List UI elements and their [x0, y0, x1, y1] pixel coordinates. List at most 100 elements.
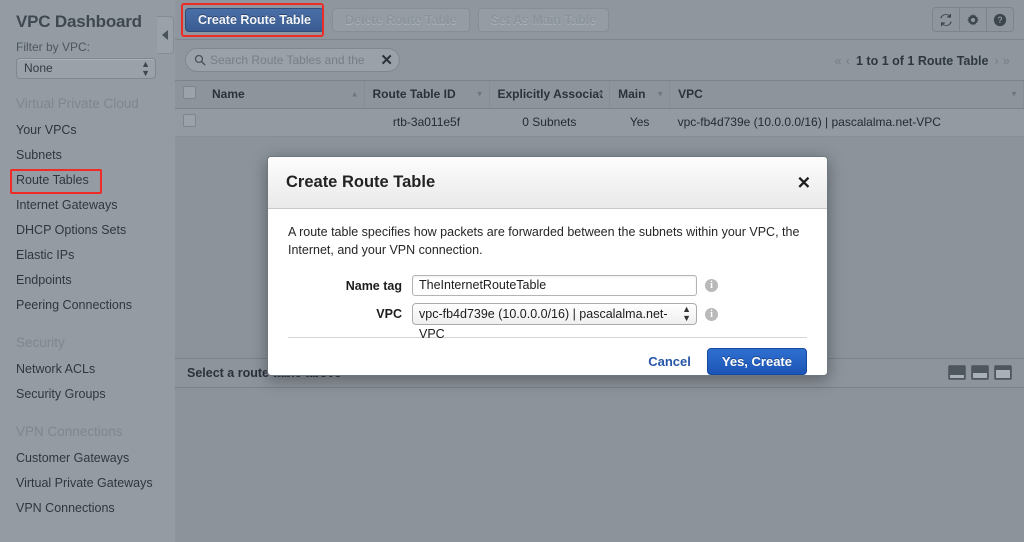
column-label-main: Main — [618, 87, 646, 102]
table-row[interactable]: rtb-3a011e5f 0 Subnets Yes vpc-fb4d739e (10… — [175, 108, 1024, 137]
set-as-main-table-button: Set As Main Table — [477, 7, 610, 32]
sidebar-item-endpoints[interactable]: Endpoints — [0, 268, 175, 293]
dialog-header: Create Route Table ✕ — [268, 157, 827, 209]
vpc-select[interactable]: vpc-fb4d739e (10.0.0.0/16) | pascalalma.… — [412, 303, 697, 341]
pagination-label: 1 to 1 of 1 Route Table — [856, 53, 989, 68]
sort-desc-icon: ▼ — [1010, 89, 1018, 99]
clear-search-icon[interactable]: ✕ — [380, 53, 393, 68]
select-all-header — [175, 81, 204, 109]
sidebar-item-your-vpcs[interactable]: Your VPCs — [0, 118, 175, 143]
column-header-main[interactable]: Main ▼ — [609, 81, 671, 109]
column-label-explicitly-associated: Explicitly Associat — [497, 87, 604, 102]
column-label-route-table-id: Route Table ID — [372, 87, 456, 102]
route-tables-grid: Name ▲ Route Table ID ▼ Explicitly Assoc… — [175, 81, 1024, 137]
action-toolbar: Create Route Table Delete Route Table Se… — [175, 0, 1024, 40]
sidebar-item-elastic-ips[interactable]: Elastic IPs — [0, 243, 175, 268]
sidebar-nav: Virtual Private Cloud Your VPCs Subnets Rou… — [0, 79, 175, 521]
row-checkbox[interactable] — [183, 114, 196, 127]
panel-layout-small-icon[interactable] — [948, 365, 966, 380]
dialog-description: A route table specifies how packets are … — [288, 225, 800, 258]
table-header-row: Name ▲ Route Table ID ▼ Explicitly Assoc… — [175, 81, 1024, 109]
sidebar-item-label: Peering Connections — [16, 298, 133, 312]
dialog-footer: Cancel Yes, Create — [268, 338, 827, 375]
search-placeholder-text: Search Route Tables and the — [210, 53, 365, 67]
row-select-cell — [175, 108, 204, 137]
sidebar-item-security-groups[interactable]: Security Groups — [0, 382, 175, 407]
sidebar-item-virtual-private-gateways[interactable]: Virtual Private Gateways — [0, 471, 175, 496]
filter-by-vpc-value: None — [24, 61, 53, 75]
search-icon — [194, 54, 206, 66]
chevron-left-icon — [162, 30, 168, 40]
pagination-first-button[interactable]: « — [832, 53, 843, 68]
search-row: Search Route Tables and the ✕ « ‹ 1 to 1… — [175, 40, 1024, 81]
table-body: rtb-3a011e5f 0 Subnets Yes vpc-fb4d739e (10… — [175, 108, 1024, 137]
name-tag-field[interactable]: TheInternetRouteTable — [412, 275, 697, 297]
name-tag-row: Name tag TheInternetRouteTable i — [288, 275, 807, 297]
create-route-table-button[interactable]: Create Route Table — [185, 7, 324, 32]
column-header-route-table-id[interactable]: Route Table ID ▼ — [364, 81, 490, 109]
column-label-vpc: VPC — [678, 87, 703, 102]
sidebar-item-label: Virtual Private Gateways — [16, 476, 153, 490]
settings-button[interactable] — [959, 7, 987, 32]
help-button[interactable]: ? — [986, 7, 1014, 32]
search-input[interactable]: Search Route Tables and the ✕ — [185, 48, 400, 72]
close-icon[interactable]: ✕ — [797, 174, 811, 191]
panel-layout-medium-icon[interactable] — [971, 365, 989, 380]
sidebar-item-label: Security Groups — [16, 387, 106, 401]
cell-main: Yes — [609, 108, 670, 137]
create-route-table-highlight: Create Route Table — [181, 2, 324, 37]
vpc-info-icon[interactable]: i — [705, 307, 718, 321]
pagination: « ‹ 1 to 1 of 1 Route Table › » — [832, 40, 1012, 81]
sidebar-item-vpn-connections[interactable]: VPN Connections — [0, 496, 175, 521]
filter-by-vpc-select[interactable]: None ▲ ▼ — [16, 58, 156, 79]
sidebar-item-customer-gateways[interactable]: Customer Gateways — [0, 446, 175, 471]
toolbar-icon-group: ? — [932, 7, 1014, 32]
pagination-prev-button[interactable]: ‹ — [844, 53, 852, 68]
sidebar-item-dhcp-options-sets[interactable]: DHCP Options Sets — [0, 218, 175, 243]
sidebar-item-label: Customer Gateways — [16, 451, 130, 465]
cell-vpc: vpc-fb4d739e (10.0.0.0/16) | pascalalma.… — [669, 108, 1024, 137]
table-head: Name ▲ Route Table ID ▼ Explicitly Assoc… — [175, 81, 1024, 109]
sidebar-item-label: Route Tables — [16, 173, 89, 187]
svg-text:?: ? — [997, 15, 1002, 25]
sort-desc-icon: ▼ — [475, 89, 484, 99]
vpc-select-value: vpc-fb4d739e (10.0.0.0/16) | pascalalma.… — [419, 307, 668, 342]
column-header-name[interactable]: Name ▲ — [204, 81, 365, 109]
sidebar-collapse-button[interactable] — [157, 16, 174, 54]
sidebar: VPC Dashboard Filter by VPC: None ▲ ▼ Vir… — [0, 0, 175, 542]
help-icon: ? — [993, 13, 1007, 26]
pagination-last-button[interactable]: » — [1001, 53, 1012, 68]
gear-icon — [967, 13, 979, 26]
sidebar-item-route-tables[interactable]: Route Tables — [0, 168, 175, 194]
sort-asc-icon: ▲ — [350, 89, 359, 99]
column-label-name: Name — [212, 87, 245, 102]
updown-arrows-icon: ▲ ▼ — [141, 58, 150, 78]
dialog-body: A route table specifies how packets are … — [268, 209, 827, 341]
vpc-label: VPC — [376, 307, 402, 322]
sidebar-item-label: Subnets — [16, 148, 62, 162]
name-tag-info-icon[interactable]: i — [705, 279, 718, 293]
panel-layout-large-icon[interactable] — [994, 365, 1012, 380]
sidebar-group-heading: VPN Connections — [16, 424, 123, 439]
sidebar-item-label: Endpoints — [16, 273, 72, 287]
yes-create-button[interactable]: Yes, Create — [706, 348, 807, 375]
select-all-checkbox[interactable] — [183, 86, 196, 100]
cancel-button[interactable]: Cancel — [648, 354, 691, 369]
sidebar-item-peering-connections[interactable]: Peering Connections — [0, 293, 175, 318]
column-header-vpc[interactable]: VPC ▼ — [669, 81, 1024, 109]
sidebar-item-internet-gateways[interactable]: Internet Gateways — [0, 193, 175, 218]
column-header-explicitly-associated[interactable]: Explicitly Associat ▼ — [489, 81, 611, 109]
pagination-next-button[interactable]: › — [992, 53, 1000, 68]
sidebar-item-label: VPN Connections — [16, 501, 115, 515]
sidebar-item-subnets[interactable]: Subnets — [0, 143, 175, 168]
sort-desc-icon: ▼ — [596, 89, 605, 99]
refresh-button[interactable] — [932, 7, 960, 32]
dialog-title: Create Route Table — [286, 173, 436, 191]
page-title: VPC Dashboard — [16, 12, 142, 31]
cell-name — [204, 108, 364, 137]
sidebar-item-network-acls[interactable]: Network ACLs — [0, 357, 175, 382]
sidebar-item-label: DHCP Options Sets — [16, 223, 127, 237]
updown-arrows-icon: ▲ ▼ — [682, 304, 691, 324]
vpc-console-page: VPC Dashboard Filter by VPC: None ▲ ▼ Vir… — [0, 0, 1024, 542]
sidebar-group-heading: Security — [16, 335, 65, 350]
